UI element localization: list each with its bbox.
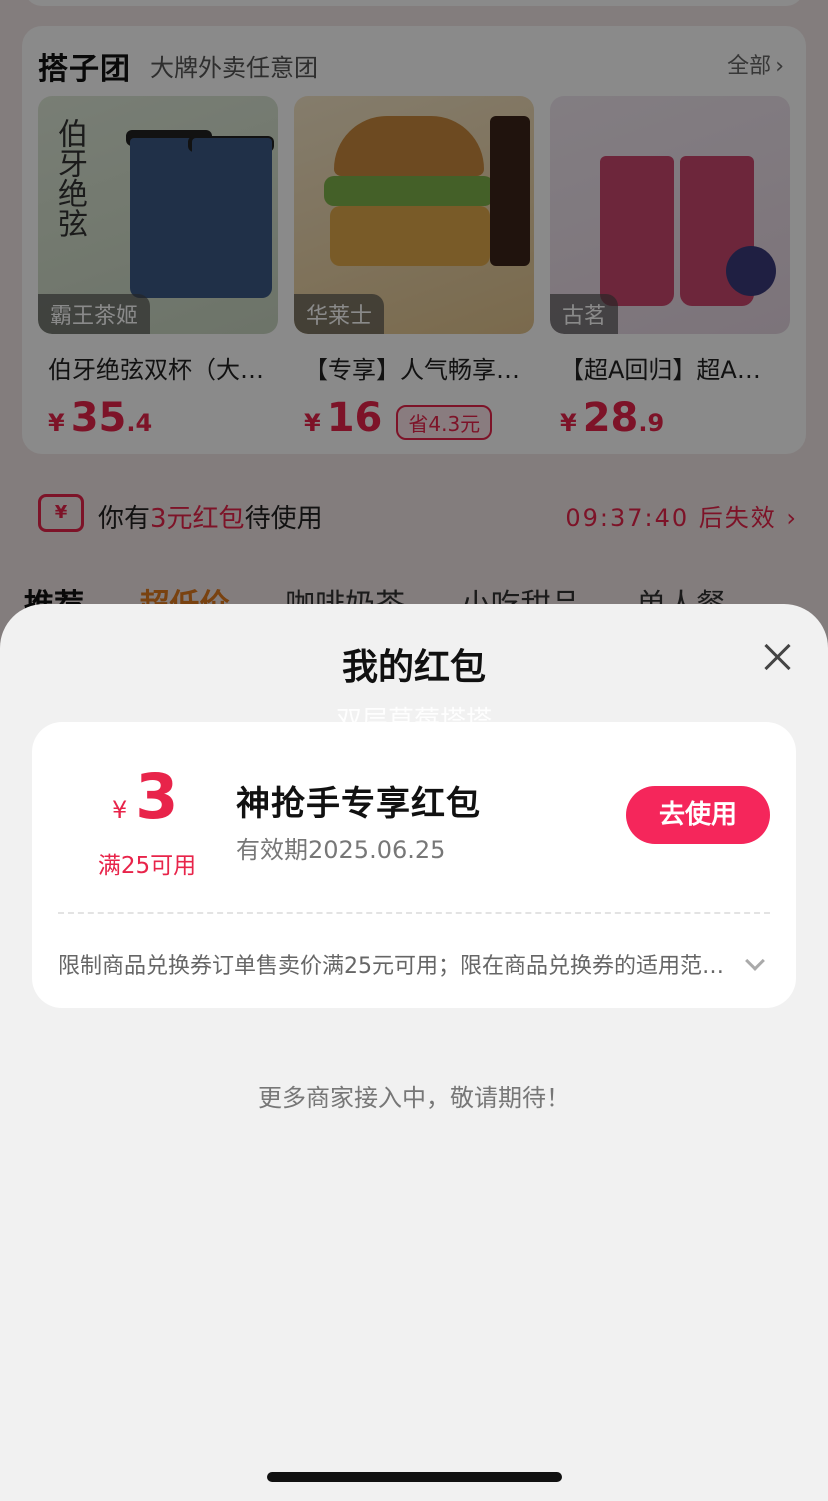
coupon-validity: 有效期2025.06.25	[236, 836, 446, 864]
red-packet-sheet: 我的红包 双层草莓塔塔 ¥ 3 满25可用 神抢手专享红包 有效期2025.06…	[0, 604, 828, 1501]
coupon-name: 神抢手专享红包	[236, 784, 481, 824]
modal-overlay[interactable]	[0, 0, 828, 680]
home-indicator[interactable]	[267, 1472, 562, 1482]
use-coupon-button[interactable]: 去使用	[626, 786, 770, 844]
coupon-value: 3	[135, 760, 179, 833]
coupon-amount: ¥ 3	[112, 760, 178, 833]
close-icon[interactable]	[762, 642, 792, 672]
coupon-card: ¥ 3 满25可用 神抢手专享红包 有效期2025.06.25 去使用 限制商品…	[32, 722, 796, 1008]
currency-symbol: ¥	[112, 796, 128, 824]
sheet-title: 我的红包	[341, 647, 486, 688]
coupon-rule-text: 限制商品兑换券订单售卖价满25元可用；限在商品兑换券的适用范围内使用	[58, 954, 740, 979]
chevron-down-icon[interactable]	[745, 951, 765, 971]
footer-note: 更多商家接入中，敬请期待！	[258, 1084, 570, 1112]
dashed-divider	[58, 912, 770, 914]
coupon-condition: 满25可用	[97, 853, 197, 879]
